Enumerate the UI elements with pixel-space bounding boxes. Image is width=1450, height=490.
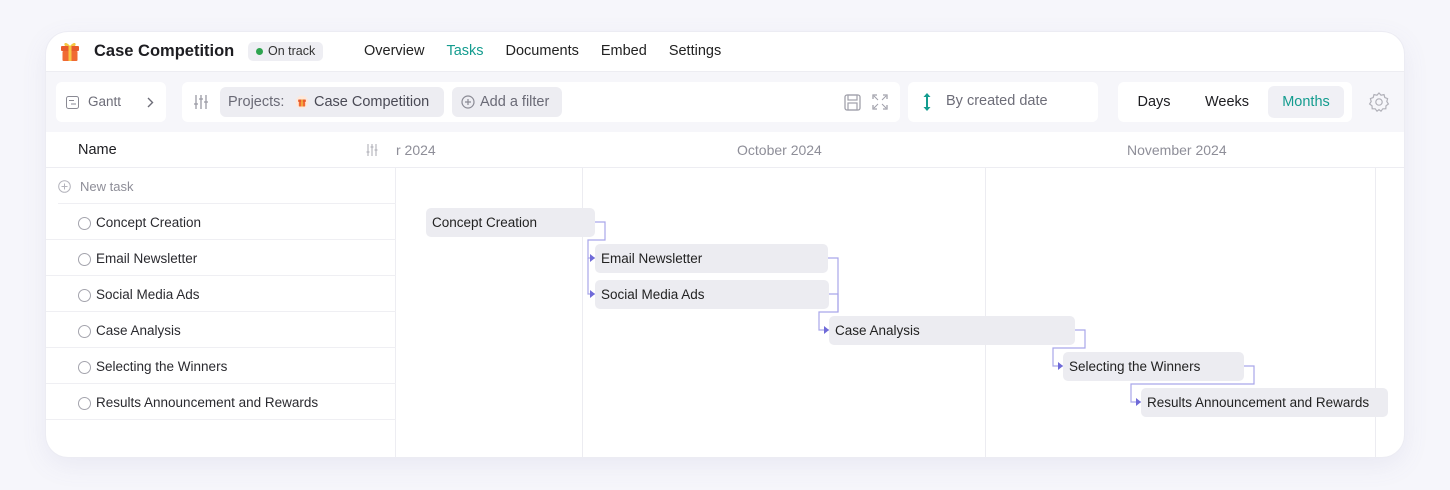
gantt-card: Case Competition On track Overview Tasks… bbox=[46, 32, 1404, 457]
gantt-bar-results-announcement[interactable]: Results Announcement and Rewards bbox=[1141, 388, 1388, 417]
gantt-bar-email-newsletter[interactable]: Email Newsletter bbox=[595, 244, 828, 273]
gantt-bar-concept-creation[interactable]: Concept Creation bbox=[426, 208, 595, 237]
gantt-bar-case-analysis[interactable]: Case Analysis bbox=[829, 316, 1075, 345]
gantt-bar-social-media-ads[interactable]: Social Media Ads bbox=[595, 280, 829, 309]
gantt-bar-selecting-winners[interactable]: Selecting the Winners bbox=[1063, 352, 1244, 381]
